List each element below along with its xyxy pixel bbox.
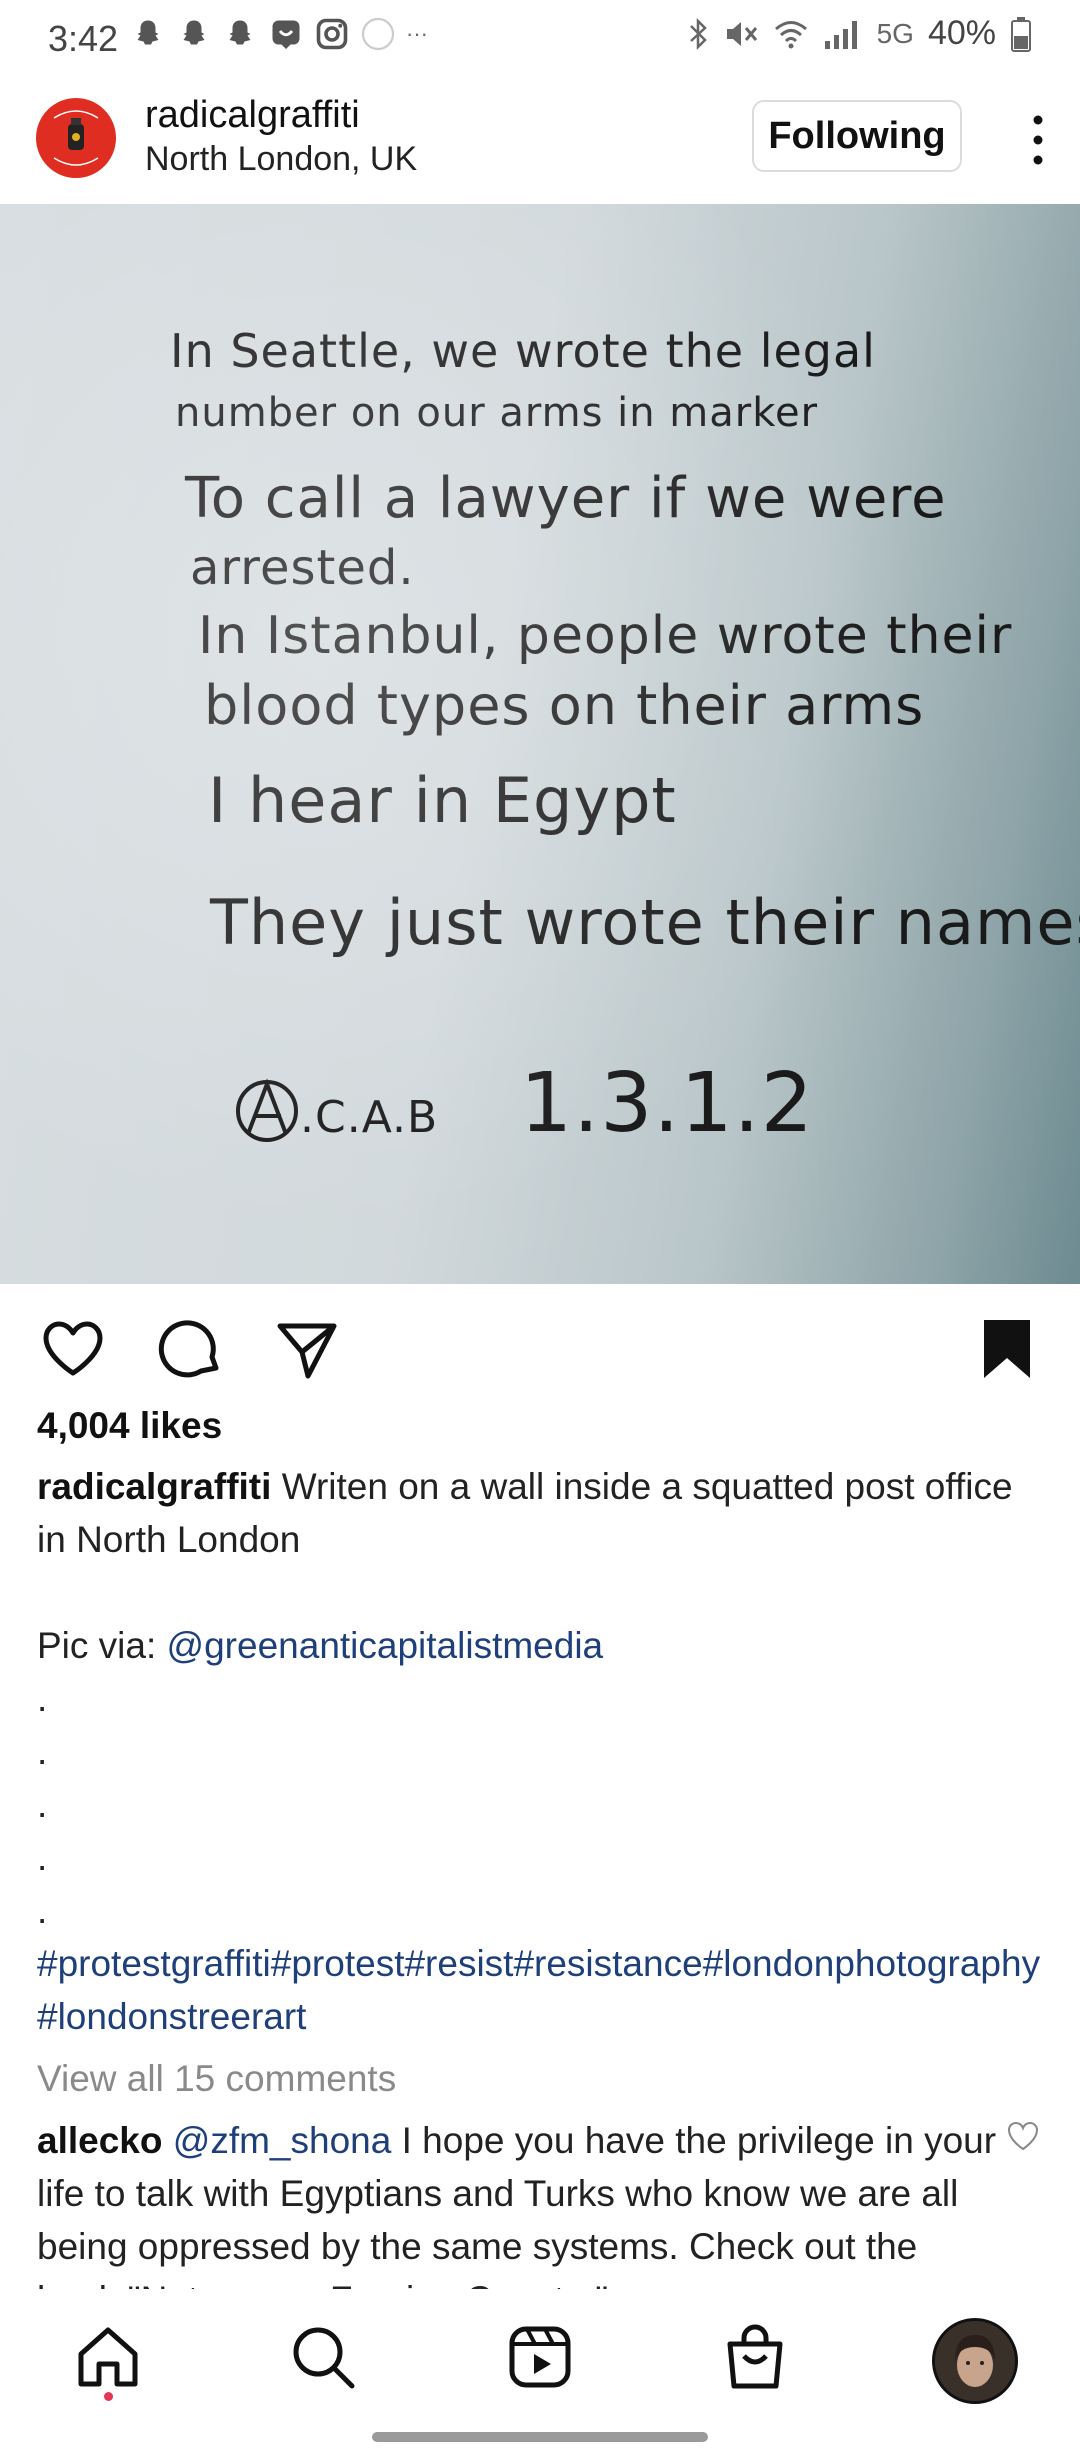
photo-text-line: I hear in Egypt [208, 764, 677, 837]
photo-text-line: In Istanbul, people wrote their [198, 606, 1013, 666]
groupme-icon [272, 20, 300, 49]
top-comment: allecko @zfm_shona I hope you have the p… [37, 2114, 997, 2289]
post-caption: radicalgraffiti Writen on a wall inside … [37, 1460, 1047, 2043]
like-heart-icon[interactable] [40, 1316, 106, 1382]
battery-percent: 40% [927, 14, 996, 52]
pic-via-label: Pic via: [37, 1625, 157, 1666]
search-icon[interactable] [288, 2322, 358, 2392]
post-header: radicalgraffiti North London, UK Followi… [0, 82, 1080, 202]
notification-icons: ··· [130, 16, 428, 52]
photo-text-line: blood types on their arms [204, 674, 925, 737]
photo-text-1312: 1.3.1.2 [520, 1056, 814, 1151]
post-location[interactable]: North London, UK [145, 140, 417, 179]
anarchy-symbol-icon [236, 1078, 298, 1142]
share-send-icon[interactable] [274, 1316, 340, 1382]
signal-icon [824, 20, 857, 49]
dot-line: . [37, 1731, 48, 1772]
caption-hashtags[interactable]: #protestgraffiti#protest#resist#resistan… [37, 1937, 1047, 2043]
mute-icon [726, 21, 757, 46]
post-photo[interactable]: In Seattle, we wrote the legal number on… [0, 204, 1080, 1284]
comment-mention[interactable]: @zfm_shona [173, 2120, 392, 2161]
bookmark-saved-icon[interactable] [974, 1316, 1040, 1382]
bluetooth-icon [689, 17, 707, 50]
photo-text-line: number on our arms in marker [175, 390, 819, 436]
wifi-icon [774, 20, 807, 48]
author-avatar[interactable] [36, 98, 116, 178]
shop-icon[interactable] [720, 2322, 790, 2392]
photo-text-line: In Seattle, we wrote the legal [170, 324, 876, 378]
profile-photo [935, 2321, 1015, 2401]
following-button[interactable]: Following [752, 100, 962, 172]
snapchat-icon [229, 20, 251, 45]
comment-like-icon[interactable] [1005, 2118, 1041, 2154]
dot-line: . [37, 1678, 48, 1719]
photo-text-line: arrested. [190, 540, 415, 596]
circle-icon [361, 17, 395, 51]
author-username[interactable]: radicalgraffiti [145, 94, 360, 137]
dot-line: . [37, 1837, 48, 1878]
radical-graffiti-logo [38, 100, 114, 176]
profile-avatar[interactable] [932, 2318, 1018, 2404]
pic-via-mention[interactable]: @greenanticapitalistmedia [167, 1625, 604, 1666]
comment-username[interactable]: allecko [37, 2120, 162, 2161]
likes-count[interactable]: 4,004 likes [37, 1405, 222, 1447]
home-indicator[interactable] [372, 2432, 708, 2442]
active-indicator-dot [104, 2392, 113, 2401]
more-options-icon[interactable] [1018, 108, 1058, 172]
dot-line: . [37, 1784, 48, 1825]
snapchat-icon [137, 20, 159, 45]
view-all-comments-link[interactable]: View all 15 comments [37, 2058, 396, 2100]
dot-line: . [37, 1890, 48, 1931]
status-time: 3:42 [48, 18, 119, 59]
battery-icon [1011, 16, 1031, 52]
bottom-navigation [0, 2290, 1080, 2420]
caption-dots: . . . . . [37, 1672, 1047, 1937]
photo-text-line: They just wrote their names [210, 886, 1080, 959]
more-notifications: ··· [406, 21, 428, 46]
network-type: 5G [876, 17, 914, 49]
instagram-icon [316, 18, 348, 50]
reels-icon[interactable] [505, 2322, 575, 2392]
home-icon[interactable] [73, 2322, 143, 2392]
system-icons: 5G 40% [687, 14, 1032, 53]
status-bar: 3:42 ··· 5G 40% [0, 0, 1080, 80]
comment-icon[interactable] [158, 1316, 224, 1382]
photo-text-line: To call a lawyer if we were [185, 466, 947, 531]
snapchat-icon [183, 20, 205, 45]
photo-text-acab: .C.A.B [300, 1092, 439, 1143]
post-actions [0, 1300, 1080, 1390]
caption-username[interactable]: radicalgraffiti [37, 1466, 271, 1507]
